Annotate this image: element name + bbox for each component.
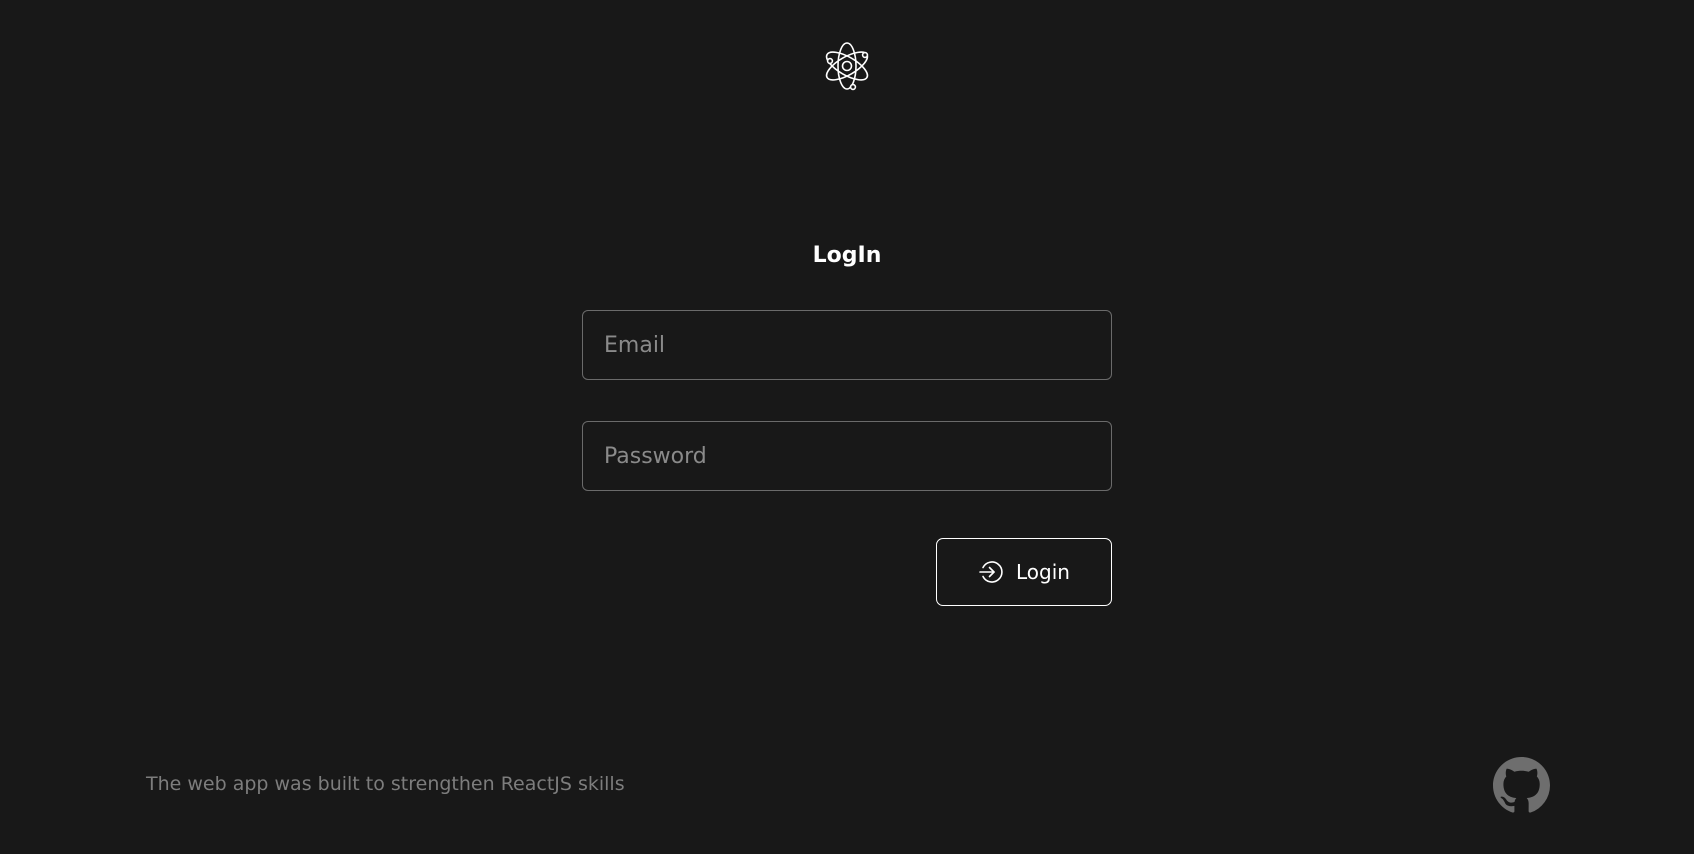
login-arrow-icon — [978, 559, 1004, 585]
atom-icon — [822, 40, 872, 92]
login-page: LogIn Login The web app was built to str… — [0, 0, 1694, 854]
page-title: LogIn — [812, 243, 882, 268]
github-icon[interactable] — [1493, 757, 1550, 814]
password-field[interactable] — [582, 421, 1112, 491]
login-button-label: Login — [1016, 560, 1070, 584]
login-button[interactable]: Login — [936, 538, 1112, 606]
email-field[interactable] — [582, 310, 1112, 380]
footer-text: The web app was built to strengthen Reac… — [146, 773, 625, 795]
